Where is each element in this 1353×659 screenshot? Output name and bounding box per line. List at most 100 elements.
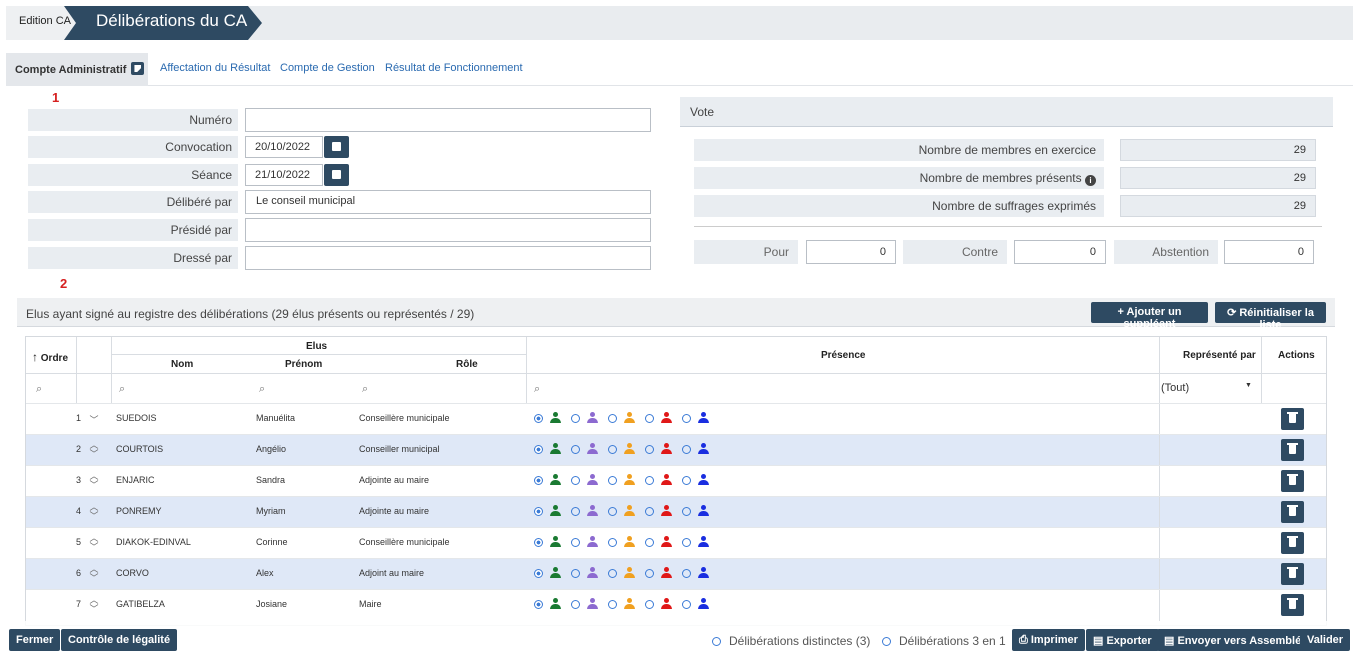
presence-radio[interactable] xyxy=(534,413,543,423)
sort-ordre-header[interactable]: ↑ Ordre xyxy=(32,350,68,364)
preside-field[interactable] xyxy=(245,218,651,242)
trash-icon[interactable] xyxy=(1281,532,1304,554)
reorder-arrows[interactable]: ︿ ﹀ xyxy=(86,565,102,583)
tab-compte-administratif[interactable]: Compte Administratif xyxy=(6,53,148,86)
presence-radio[interactable] xyxy=(534,444,543,454)
presence-radio[interactable] xyxy=(682,568,691,578)
dresse-field[interactable] xyxy=(245,246,651,270)
tab-affectation-resultat[interactable]: Affectation du Résultat xyxy=(160,53,270,86)
controle-legalite-button[interactable]: Contrôle de légalité xyxy=(61,629,178,651)
trash-icon[interactable] xyxy=(1281,594,1304,616)
presence-radio[interactable] xyxy=(608,475,617,485)
tab-resultat-fonctionnement[interactable]: Résultat de Fonctionnement xyxy=(385,53,523,86)
presence-radio[interactable] xyxy=(534,537,543,547)
seance-field[interactable]: 21/10/2022 xyxy=(245,164,323,186)
presence-radio[interactable] xyxy=(571,506,580,516)
presence-radio[interactable] xyxy=(571,568,580,578)
chevron-down-icon[interactable]: ﹀ xyxy=(86,450,102,459)
envoyer-assemblee-button[interactable]: ▤ Envoyer vers Assemblée xyxy=(1157,629,1315,651)
presence-radio[interactable] xyxy=(534,568,543,578)
presence-radio[interactable] xyxy=(608,506,617,516)
presence-radio[interactable] xyxy=(645,537,654,547)
presence-radio[interactable] xyxy=(571,475,580,485)
role-header[interactable]: Rôle xyxy=(456,359,478,370)
presence-radio[interactable] xyxy=(608,413,617,423)
option-3en1[interactable]: Délibérations 3 en 1 xyxy=(882,634,1006,648)
presence-radio[interactable] xyxy=(645,599,654,609)
chevron-down-icon[interactable]: ﹀ xyxy=(86,574,102,583)
presence-radio[interactable] xyxy=(608,599,617,609)
chevron-down-icon[interactable]: ﹀ xyxy=(86,481,102,490)
presence-radio[interactable] xyxy=(534,599,543,609)
calendar-icon[interactable] xyxy=(324,136,349,158)
trash-icon[interactable] xyxy=(1281,563,1304,585)
presence-options[interactable] xyxy=(534,474,719,486)
reorder-arrows[interactable]: ︿ ﹀ xyxy=(86,441,102,459)
search-icon[interactable]: ⌕ xyxy=(119,383,125,396)
presence-radio[interactable] xyxy=(645,568,654,578)
trash-icon[interactable] xyxy=(1281,439,1304,461)
presence-radio[interactable] xyxy=(682,506,691,516)
valider-button[interactable]: Valider xyxy=(1300,629,1351,651)
search-icon[interactable]: ⌕ xyxy=(259,383,265,396)
numero-field[interactable] xyxy=(245,108,651,132)
delibere-field[interactable]: Le conseil municipal xyxy=(245,190,651,214)
tab-compte-gestion[interactable]: Compte de Gestion xyxy=(280,53,375,86)
add-substitute-button[interactable]: + Ajouter un suppléant xyxy=(1091,302,1208,330)
presence-radio[interactable] xyxy=(571,537,580,547)
abstention-field[interactable]: 0 xyxy=(1224,240,1314,264)
nom-header[interactable]: Nom xyxy=(171,359,193,370)
exporter-button[interactable]: ▤ Exporter xyxy=(1086,629,1159,651)
chevron-down-icon[interactable]: ﹀ xyxy=(86,605,102,614)
reorder-arrows[interactable]: ︿ ﹀ xyxy=(86,503,102,521)
presence-options[interactable] xyxy=(534,443,719,455)
trash-icon[interactable] xyxy=(1281,470,1304,492)
option-distinctes[interactable]: Délibérations distinctes (3) xyxy=(712,634,870,648)
presence-radio[interactable] xyxy=(645,506,654,516)
presence-radio[interactable] xyxy=(682,599,691,609)
search-icon[interactable]: ⌕ xyxy=(36,383,42,396)
presence-radio[interactable] xyxy=(571,413,580,423)
presence-radio[interactable] xyxy=(682,475,691,485)
presence-radio[interactable] xyxy=(682,444,691,454)
radio-icon[interactable] xyxy=(712,637,721,646)
edit-icon[interactable] xyxy=(131,62,145,75)
pour-field[interactable]: 0 xyxy=(806,240,896,264)
reorder-arrows[interactable]: ﹀ xyxy=(86,416,102,425)
imprimer-button[interactable]: ⎙ Imprimer xyxy=(1012,629,1085,651)
presence-radio[interactable] xyxy=(608,568,617,578)
info-icon[interactable]: i xyxy=(1085,175,1096,186)
breadcrumb-parent[interactable]: Edition CA xyxy=(6,6,76,40)
represente-filter-select[interactable]: (Tout) ▼ xyxy=(1161,378,1261,398)
presence-radio[interactable] xyxy=(571,599,580,609)
calendar-icon[interactable] xyxy=(324,164,349,186)
presence-radio[interactable] xyxy=(645,413,654,423)
presence-radio[interactable] xyxy=(534,506,543,516)
chevron-down-icon[interactable]: ﹀ xyxy=(86,416,102,425)
search-icon[interactable]: ⌕ xyxy=(362,383,368,396)
presence-options[interactable] xyxy=(534,598,719,610)
trash-icon[interactable] xyxy=(1281,501,1304,523)
fermer-button[interactable]: Fermer xyxy=(9,629,61,651)
prenom-header[interactable]: Prénom xyxy=(285,359,322,370)
reorder-arrows[interactable]: ︿ ﹀ xyxy=(86,472,102,490)
presence-radio[interactable] xyxy=(682,537,691,547)
presence-radio[interactable] xyxy=(608,444,617,454)
contre-field[interactable]: 0 xyxy=(1014,240,1106,264)
reset-list-button[interactable]: ⟳ Réinitialiser la liste xyxy=(1215,302,1326,331)
search-icon[interactable]: ⌕ xyxy=(534,383,540,396)
presence-options[interactable] xyxy=(534,536,719,548)
presence-radio[interactable] xyxy=(534,475,543,485)
presence-options[interactable] xyxy=(534,505,719,517)
reorder-arrows[interactable]: ︿ ﹀ xyxy=(86,534,102,552)
convocation-field[interactable]: 20/10/2022 xyxy=(245,136,323,158)
reorder-arrows[interactable]: ︿ ﹀ xyxy=(86,596,102,614)
chevron-down-icon[interactable]: ﹀ xyxy=(86,543,102,552)
chevron-down-icon[interactable]: ﹀ xyxy=(86,512,102,521)
presence-radio[interactable] xyxy=(608,537,617,547)
presence-radio[interactable] xyxy=(571,444,580,454)
presence-options[interactable] xyxy=(534,567,719,579)
presence-radio[interactable] xyxy=(645,475,654,485)
presence-radio[interactable] xyxy=(682,413,691,423)
presence-options[interactable] xyxy=(534,412,719,424)
